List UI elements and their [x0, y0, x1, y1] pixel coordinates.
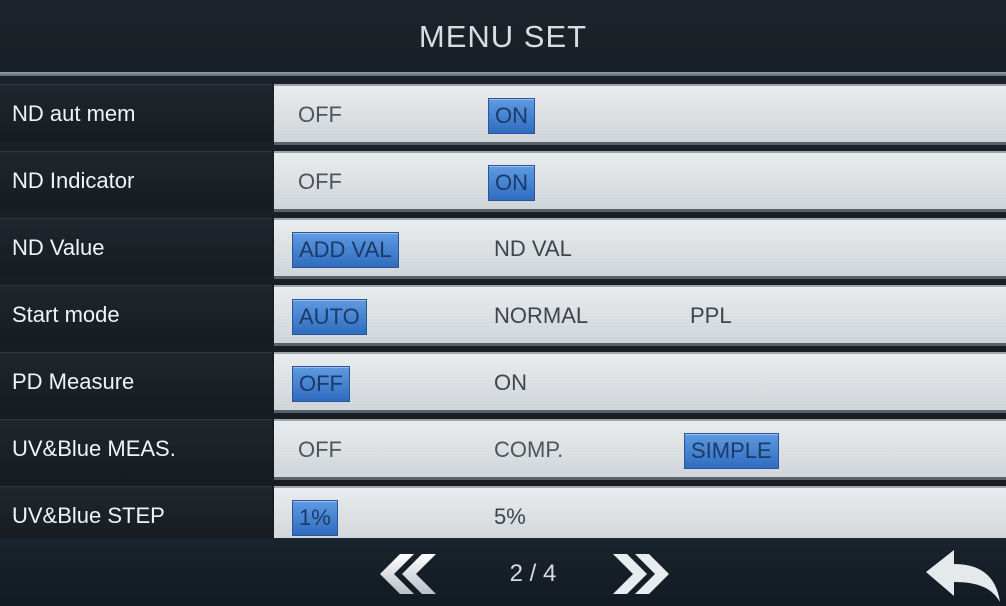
double-chevron-left-icon — [380, 554, 436, 594]
option-off[interactable]: OFF — [292, 98, 348, 132]
menu-set-screen: MENU SET ND aut mem OFF ON ND Indicator … — [0, 0, 1006, 606]
option-add-val-selected[interactable]: ADD VAL — [292, 232, 399, 268]
option-1-percent-selected[interactable]: 1% — [292, 500, 338, 536]
setting-row-nd-aut-mem: ND aut mem OFF ON — [0, 80, 1006, 146]
setting-options: OFF ON — [274, 151, 1006, 212]
setting-options: OFF COMP. SIMPLE — [274, 419, 1006, 480]
previous-page-button[interactable] — [372, 552, 444, 596]
next-page-button[interactable] — [605, 552, 677, 596]
option-on-selected[interactable]: ON — [488, 165, 535, 201]
option-normal[interactable]: NORMAL — [488, 299, 594, 333]
setting-options: 1% 5% — [274, 486, 1006, 547]
back-button[interactable] — [922, 544, 1004, 606]
setting-options: ADD VAL ND VAL — [274, 218, 1006, 279]
option-comp[interactable]: COMP. — [488, 433, 569, 467]
setting-row-pd-measure: PD Measure OFF ON — [0, 348, 1006, 414]
option-off-selected[interactable]: OFF — [292, 366, 350, 402]
setting-options: OFF ON — [274, 84, 1006, 145]
option-simple-selected[interactable]: SIMPLE — [684, 433, 779, 469]
option-ppl[interactable]: PPL — [684, 299, 738, 333]
option-on[interactable]: ON — [488, 366, 533, 400]
page-indicator: 2 / 4 — [509, 560, 557, 587]
option-nd-val[interactable]: ND VAL — [488, 232, 578, 266]
option-on-selected[interactable]: ON — [488, 98, 535, 134]
setting-options: OFF ON — [274, 352, 1006, 413]
setting-label: ND Indicator — [0, 151, 272, 209]
settings-list: ND aut mem OFF ON ND Indicator OFF ON ND… — [0, 80, 1006, 549]
option-5-percent[interactable]: 5% — [488, 500, 532, 534]
setting-label: Start mode — [0, 285, 272, 343]
setting-label: UV&Blue STEP — [0, 486, 272, 544]
navigation-bar: 2 / 4 — [0, 538, 1006, 606]
setting-row-nd-indicator: ND Indicator OFF ON — [0, 147, 1006, 213]
setting-label: ND Value — [0, 218, 272, 276]
setting-row-nd-value: ND Value ADD VAL ND VAL — [0, 214, 1006, 280]
setting-label: PD Measure — [0, 352, 272, 410]
setting-row-uv-blue-meas: UV&Blue MEAS. OFF COMP. SIMPLE — [0, 415, 1006, 481]
setting-row-start-mode: Start mode AUTO NORMAL PPL — [0, 281, 1006, 347]
setting-label: ND aut mem — [0, 84, 272, 142]
option-auto-selected[interactable]: AUTO — [292, 299, 367, 335]
setting-label: UV&Blue MEAS. — [0, 419, 272, 477]
setting-options: AUTO NORMAL PPL — [274, 285, 1006, 346]
double-chevron-right-icon — [613, 554, 669, 594]
option-off[interactable]: OFF — [292, 433, 348, 467]
page-title: MENU SET — [0, 0, 1006, 74]
title-divider — [0, 72, 1006, 76]
option-off[interactable]: OFF — [292, 165, 348, 199]
return-arrow-icon — [926, 550, 1000, 602]
